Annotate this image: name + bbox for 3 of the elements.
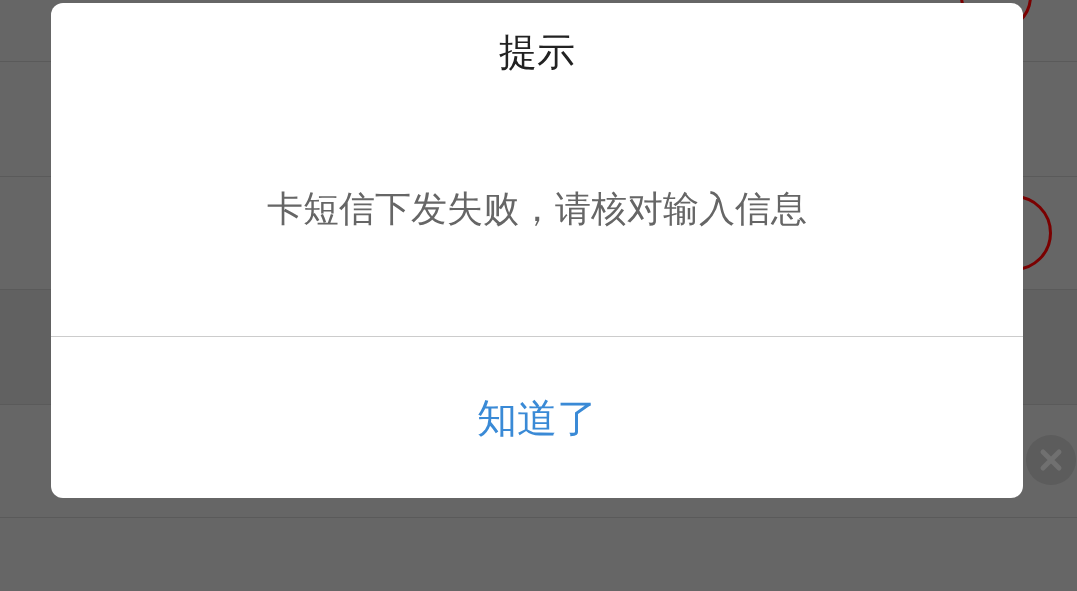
dialog-message: 卡短信下发失败，请核对输入信息 bbox=[267, 187, 807, 231]
confirm-button[interactable]: 知道了 bbox=[51, 337, 1023, 498]
dialog-title: 提示 bbox=[499, 29, 575, 75]
